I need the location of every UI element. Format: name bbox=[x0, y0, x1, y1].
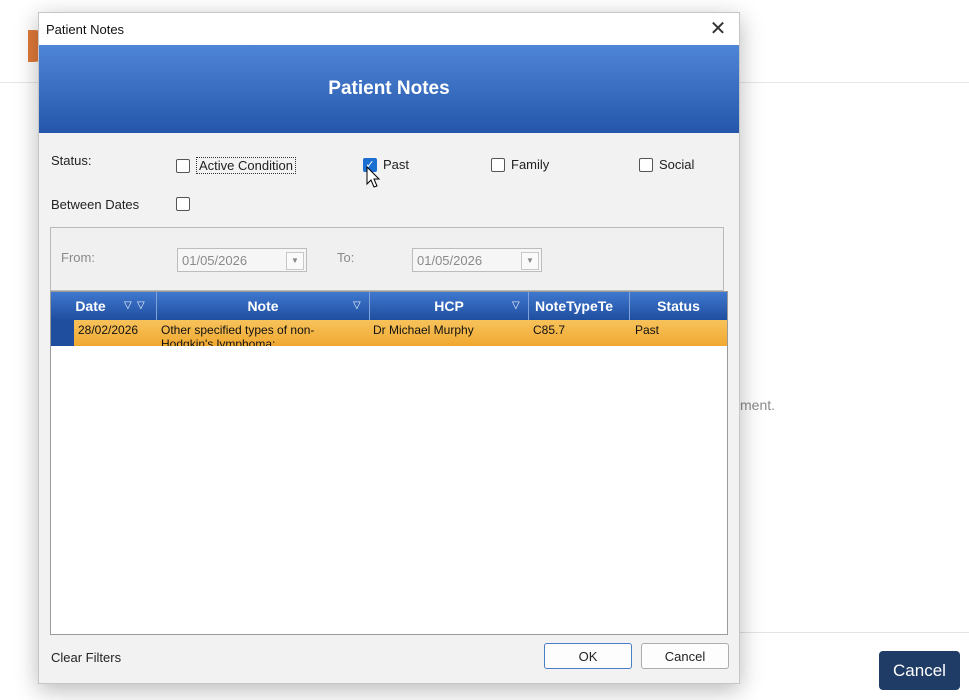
active-condition-checkbox[interactable]: Active Condition bbox=[176, 157, 296, 174]
family-checkbox[interactable]: Family bbox=[491, 157, 549, 172]
filter-icon[interactable]: ▽ bbox=[137, 292, 145, 320]
checkbox-label: Active Condition bbox=[196, 157, 296, 174]
column-header-label: Status bbox=[657, 298, 700, 314]
to-date-value: 01/05/2026 bbox=[417, 253, 483, 268]
checkbox-box[interactable] bbox=[639, 157, 653, 172]
column-header-status[interactable]: Status bbox=[630, 292, 727, 320]
column-header-label: Note bbox=[247, 298, 279, 314]
cell-note: Other specified types of non-Hodgkin's l… bbox=[161, 323, 315, 346]
dialog-banner-title: Patient Notes bbox=[39, 45, 739, 133]
between-dates-checkbox[interactable] bbox=[176, 197, 196, 211]
sort-desc-icon[interactable]: ▽ bbox=[124, 292, 132, 320]
checkbox-label: Past bbox=[383, 157, 410, 172]
background-text: ment. bbox=[740, 397, 776, 413]
status-label: Status: bbox=[51, 153, 92, 168]
checkbox-label: Social bbox=[659, 157, 695, 172]
social-checkbox[interactable]: Social bbox=[639, 157, 694, 172]
from-label: From: bbox=[61, 250, 95, 265]
cell-hcp: Dr Michael Murphy bbox=[373, 323, 474, 337]
filter-icon[interactable]: ▽ bbox=[512, 292, 520, 320]
checkbox-label: Family bbox=[511, 157, 550, 172]
mouse-cursor-icon bbox=[366, 166, 381, 188]
checkbox-box[interactable] bbox=[491, 157, 505, 172]
date-range-group: From: 01/05/2026 ▼ To: 01/05/2026 ▼ bbox=[50, 227, 724, 291]
background-cancel-button[interactable]: Cancel bbox=[879, 651, 960, 690]
column-header-label: HCP bbox=[434, 298, 464, 314]
row-selector[interactable] bbox=[51, 320, 74, 346]
ok-button[interactable]: OK bbox=[544, 643, 632, 669]
column-header-label: Date bbox=[75, 298, 106, 314]
to-label: To: bbox=[337, 250, 355, 265]
dialog-titlebar: Patient Notes ✕ bbox=[39, 13, 739, 45]
column-header-note-type[interactable]: NoteTypeTe bbox=[529, 292, 630, 320]
checkbox-box[interactable] bbox=[176, 158, 190, 173]
footer-divider bbox=[738, 632, 969, 633]
clear-filters-link[interactable]: Clear Filters bbox=[51, 650, 121, 665]
close-icon[interactable]: ✕ bbox=[703, 15, 733, 43]
from-date-picker[interactable]: 01/05/2026 ▼ bbox=[177, 248, 307, 272]
chevron-down-icon[interactable]: ▼ bbox=[286, 252, 304, 270]
from-date-value: 01/05/2026 bbox=[182, 253, 248, 268]
column-header-label: NoteTypeTe bbox=[535, 298, 614, 314]
grid-header: Date ▽ ▽ Note ▽ HCP ▽ NoteTypeTe Status bbox=[51, 292, 727, 320]
cancel-button[interactable]: Cancel bbox=[641, 643, 729, 669]
cell-status: Past bbox=[635, 323, 660, 337]
window-title: Patient Notes bbox=[46, 22, 125, 37]
column-header-hcp[interactable]: HCP bbox=[370, 292, 529, 320]
between-dates-label: Between Dates bbox=[51, 197, 140, 212]
column-header-note[interactable]: Note bbox=[157, 292, 370, 320]
chevron-down-icon[interactable]: ▼ bbox=[521, 252, 539, 270]
cell-note-type: C85.7 bbox=[533, 323, 566, 337]
table-row[interactable]: 28/02/2026 Other specified types of non-… bbox=[51, 320, 727, 346]
filter-icon[interactable]: ▽ bbox=[353, 292, 361, 320]
to-date-picker[interactable]: 01/05/2026 ▼ bbox=[412, 248, 542, 272]
patient-notes-dialog: Patient Notes ✕ Patient Notes Status: Ac… bbox=[38, 12, 740, 684]
checkbox-box[interactable] bbox=[176, 197, 190, 211]
notes-grid: Date ▽ ▽ Note ▽ HCP ▽ NoteTypeTe Status … bbox=[50, 291, 728, 635]
cell-date: 28/02/2026 bbox=[78, 323, 139, 337]
